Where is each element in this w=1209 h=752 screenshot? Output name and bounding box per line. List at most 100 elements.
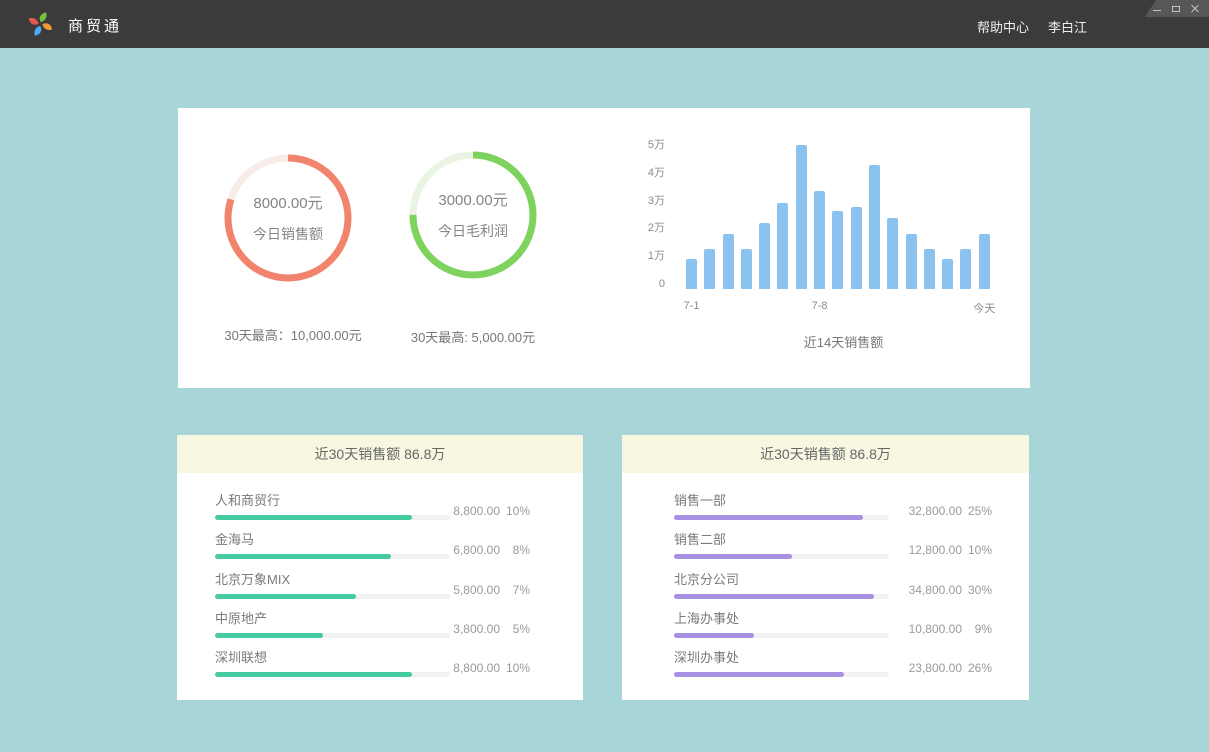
help-center-link[interactable]: 帮助中心	[977, 17, 1029, 36]
bar	[759, 223, 770, 289]
item-value: 8,800.00	[428, 661, 500, 675]
bar	[942, 259, 953, 289]
today-sales-value: 8000.00元	[253, 192, 322, 213]
y-axis-tick: 5万	[643, 137, 665, 153]
bar	[832, 211, 843, 289]
minimize-icon	[1153, 10, 1161, 11]
bar	[814, 191, 825, 289]
today-profit-label: 今日毛利润	[438, 221, 508, 241]
sales-by-customer-card: 近30天销售额 86.8万 人和商贸行 8,800.0010% 金海马 6,80…	[177, 435, 583, 700]
item-value: 6,800.00	[428, 543, 500, 557]
window-controls	[1145, 0, 1209, 17]
item-percent: 26%	[962, 661, 992, 675]
user-menu[interactable]: 李白江	[1048, 17, 1087, 36]
bar	[869, 165, 880, 289]
bar	[777, 203, 788, 289]
today-profit-value: 3000.00元	[438, 189, 507, 210]
bar	[704, 249, 715, 289]
today-sales-donut-chart: 8000.00元 今日销售额	[223, 153, 353, 283]
item-percent: 9%	[962, 622, 992, 636]
bar	[723, 234, 734, 289]
chart-caption: 近14天销售额	[686, 332, 1001, 351]
bar	[887, 218, 898, 289]
list-item: 金海马 6,800.008%	[177, 524, 583, 563]
item-value: 3,800.00	[428, 622, 500, 636]
progress-fill	[674, 672, 844, 677]
y-axis-tick: 4万	[643, 165, 665, 181]
list-item: 上海办事处 10,800.009%	[622, 603, 1029, 642]
item-percent: 10%	[962, 543, 992, 557]
y-axis-tick: 0	[643, 276, 665, 292]
list-item: 人和商贸行 8,800.0010%	[177, 485, 583, 524]
progress-track	[215, 672, 450, 677]
sales-by-department-card: 近30天销售额 86.8万 销售一部 32,800.0025% 销售二部 12,…	[622, 435, 1029, 700]
item-value: 34,800.00	[890, 583, 962, 597]
y-axis-tick: 2万	[643, 220, 665, 236]
item-percent: 8%	[500, 543, 530, 557]
bar	[796, 145, 807, 289]
item-percent: 25%	[962, 504, 992, 518]
titlebar: 商贸通 帮助中心 李白江	[0, 0, 1209, 48]
progress-track	[215, 594, 450, 599]
card-title: 近30天销售额 86.8万	[622, 435, 1029, 473]
summary-card: 8000.00元 今日销售额 30天最高：10,000.00元 3000.00元…	[178, 108, 1030, 388]
list-item: 销售二部 12,800.0010%	[622, 524, 1029, 563]
card-title: 近30天销售额 86.8万	[177, 435, 583, 473]
bar-plot-area	[686, 145, 1001, 289]
item-percent: 10%	[500, 661, 530, 675]
today-sales-label: 今日销售额	[253, 224, 323, 244]
progress-track	[215, 515, 450, 520]
today-profit-30d-max: 30天最高: 5,000.00元	[353, 327, 593, 346]
app-title: 商贸通	[68, 15, 122, 36]
bar	[686, 259, 697, 289]
today-profit-donut-chart: 3000.00元 今日毛利润	[408, 150, 538, 280]
minimize-button[interactable]	[1152, 4, 1162, 14]
progress-fill	[674, 594, 874, 599]
item-value: 12,800.00	[890, 543, 962, 557]
item-percent: 10%	[500, 504, 530, 518]
maximize-icon	[1172, 6, 1180, 12]
progress-fill	[674, 554, 792, 559]
list-item: 销售一部 32,800.0025%	[622, 485, 1029, 524]
progress-fill	[674, 515, 863, 520]
progress-fill	[215, 554, 391, 559]
bar	[741, 249, 752, 289]
bar	[851, 207, 862, 289]
app-logo-pinwheel-icon	[27, 10, 54, 38]
progress-fill	[215, 594, 356, 599]
bar	[906, 234, 917, 289]
item-value: 8,800.00	[428, 504, 500, 518]
y-axis-tick: 1万	[643, 248, 665, 264]
list-item: 北京分公司 34,800.0030%	[622, 564, 1029, 603]
item-value: 5,800.00	[428, 583, 500, 597]
list-item: 深圳办事处 23,800.0026%	[622, 642, 1029, 681]
progress-track	[674, 672, 889, 677]
close-icon	[1191, 5, 1199, 13]
x-axis-tick: 7-1	[684, 300, 700, 312]
x-axis: 7-1 7-8 今天	[643, 300, 1023, 316]
sales-14d-bar-chart: 5万 4万 3万 2万 1万 0 7-1 7-8 今天 近14天销售额	[643, 138, 1023, 383]
item-value: 10,800.00	[890, 622, 962, 636]
progress-fill	[215, 672, 412, 677]
list-item: 北京万象MIX 5,800.007%	[177, 564, 583, 603]
progress-track	[674, 515, 889, 520]
close-button[interactable]	[1190, 4, 1200, 14]
progress-fill	[215, 633, 323, 638]
list-item: 中原地产 3,800.005%	[177, 603, 583, 642]
maximize-button[interactable]	[1171, 4, 1181, 14]
progress-track	[215, 633, 450, 638]
item-percent: 30%	[962, 583, 992, 597]
progress-fill	[674, 633, 754, 638]
progress-track	[674, 554, 889, 559]
item-value: 32,800.00	[890, 504, 962, 518]
x-axis-tick: 7-8	[812, 300, 828, 312]
y-axis-tick: 3万	[643, 193, 665, 209]
bar	[979, 234, 990, 289]
progress-fill	[215, 515, 412, 520]
progress-track	[215, 554, 450, 559]
item-value: 23,800.00	[890, 661, 962, 675]
item-percent: 7%	[500, 583, 530, 597]
progress-track	[674, 594, 889, 599]
bar	[960, 249, 971, 289]
x-axis-tick: 今天	[973, 300, 995, 316]
